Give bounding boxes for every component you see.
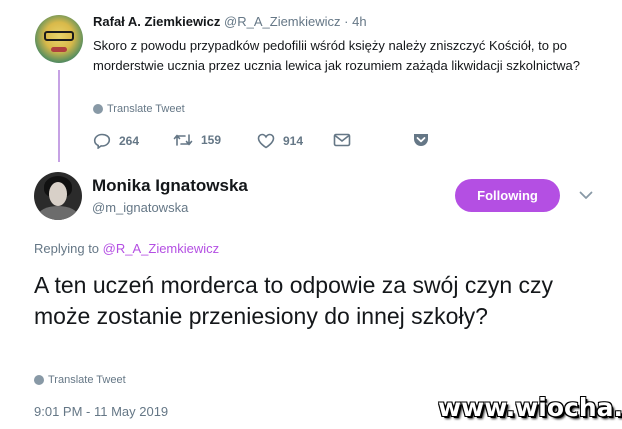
retweet-count: 159 — [201, 133, 222, 147]
like-button[interactable]: 914 — [257, 133, 303, 149]
tweet-text: A ten uczeń morderca to odpowie za swój … — [34, 272, 554, 329]
avatar-mouth — [51, 47, 67, 52]
retweet-button[interactable]: 159 — [173, 133, 221, 147]
author-name[interactable]: Monika Ignatowska — [92, 176, 248, 196]
parent-author-name[interactable]: Rafał A. Ziemkiewicz — [93, 14, 220, 29]
reply-icon — [93, 133, 111, 149]
parent-tweet-actions: 264 159 914 — [93, 133, 438, 153]
replying-prefix: Replying to — [34, 241, 103, 256]
chevron-down-icon[interactable] — [579, 191, 593, 200]
parent-tweet-text: Skoro z powodu przypadków pedofilii wśró… — [93, 38, 580, 73]
globe-icon — [34, 375, 44, 385]
avatar-glasses — [44, 31, 74, 41]
author-avatar[interactable] — [34, 172, 82, 220]
parent-tweet-time[interactable]: 4h — [352, 14, 366, 29]
direct-message-icon — [333, 133, 351, 147]
like-count: 914 — [283, 134, 304, 148]
avatar-face — [49, 182, 67, 206]
thread-connector-line — [58, 70, 60, 162]
following-button[interactable]: Following — [455, 179, 560, 212]
replying-mention-link[interactable]: @R_A_Ziemkiewicz — [103, 241, 220, 256]
globe-icon — [93, 104, 103, 114]
retweet-icon — [173, 134, 193, 146]
parent-author-avatar[interactable] — [35, 15, 83, 63]
like-icon — [257, 133, 275, 149]
watermark: www.wiocha.pl — [438, 393, 622, 422]
author-handle[interactable]: @m_ignatowska — [92, 200, 188, 215]
parent-translate-tweet[interactable]: Translate Tweet — [93, 103, 185, 115]
parent-author-handle[interactable]: @R_A_Ziemkiewicz — [224, 14, 341, 29]
avatar-shoulders — [38, 206, 78, 220]
replying-to: Replying to @R_A_Ziemkiewicz — [34, 241, 219, 256]
translate-label: Translate Tweet — [48, 374, 126, 386]
direct-message-button[interactable] — [333, 133, 351, 147]
parent-translate-label: Translate Tweet — [107, 103, 185, 115]
tweet-timestamp[interactable]: 9:01 PM - 11 May 2019 — [34, 404, 168, 419]
reply-count: 264 — [119, 134, 140, 148]
bookmark-icon — [414, 134, 428, 146]
reply-button[interactable]: 264 — [93, 133, 139, 149]
pocket-button[interactable] — [413, 133, 429, 147]
header-separator: · — [344, 14, 349, 29]
parent-tweet-header: Rafał A. Ziemkiewicz @R_A_Ziemkiewicz · … — [93, 14, 367, 29]
translate-tweet[interactable]: Translate Tweet — [34, 374, 126, 386]
